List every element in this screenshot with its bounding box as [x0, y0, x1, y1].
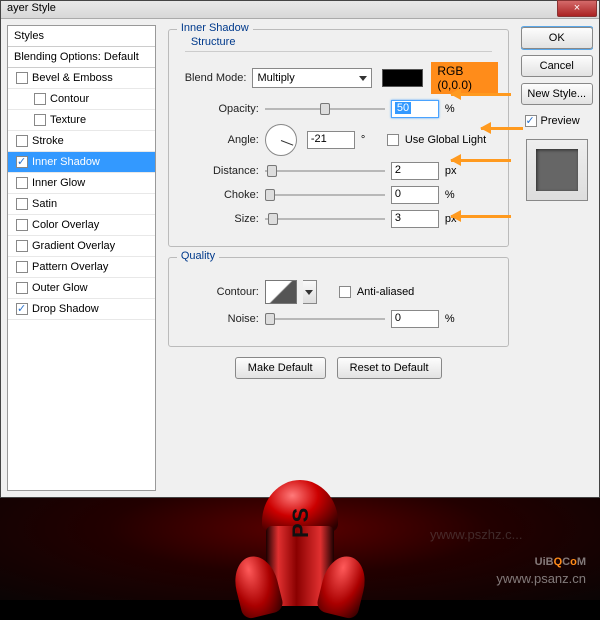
- make-default-button[interactable]: Make Default: [235, 357, 326, 379]
- size-slider[interactable]: [265, 212, 385, 226]
- close-button[interactable]: ×: [557, 0, 597, 17]
- effect-label: Drop Shadow: [32, 303, 99, 315]
- effect-label: Outer Glow: [32, 282, 88, 294]
- effect-label: Color Overlay: [32, 219, 99, 231]
- effect-checkbox[interactable]: [16, 135, 28, 147]
- preview-swatch: [526, 139, 588, 201]
- angle-dial[interactable]: [265, 124, 297, 156]
- effect-item-drop-shadow[interactable]: Drop Shadow: [8, 299, 155, 320]
- blend-mode-label: Blend Mode:: [179, 72, 247, 84]
- effect-item-color-overlay[interactable]: Color Overlay: [8, 215, 155, 236]
- color-swatch[interactable]: [382, 69, 423, 87]
- dialog-buttons: OK Cancel New Style... ✓ Preview: [521, 25, 593, 491]
- use-global-light-label: Use Global Light: [405, 134, 486, 146]
- effect-item-inner-glow[interactable]: Inner Glow: [8, 173, 155, 194]
- antialiased-label: Anti-aliased: [357, 286, 414, 298]
- annotation-arrow: [481, 123, 533, 133]
- effect-item-stroke[interactable]: Stroke: [8, 131, 155, 152]
- noise-slider[interactable]: [265, 312, 385, 326]
- effect-checkbox[interactable]: [16, 261, 28, 273]
- effect-item-satin[interactable]: Satin: [8, 194, 155, 215]
- cancel-button[interactable]: Cancel: [521, 55, 593, 77]
- noise-label: Noise:: [179, 313, 259, 325]
- distance-label: Distance:: [179, 165, 259, 177]
- effect-checkbox[interactable]: [16, 219, 28, 231]
- effect-checkbox[interactable]: [16, 72, 28, 84]
- chevron-down-icon: [305, 290, 313, 295]
- contour-picker[interactable]: [265, 280, 297, 304]
- use-global-light-checkbox[interactable]: [387, 134, 399, 146]
- opacity-label: Opacity:: [179, 103, 259, 115]
- effect-label: Contour: [50, 93, 89, 105]
- choke-label: Choke:: [179, 189, 259, 201]
- effects-list: Styles Blending Options: Default Bevel &…: [7, 25, 156, 491]
- watermark: ywww.pszhz.c...: [430, 527, 522, 542]
- size-label: Size:: [179, 213, 259, 225]
- effect-label: Pattern Overlay: [32, 261, 108, 273]
- watermark-url: ywww.psanz.cn: [496, 571, 586, 586]
- unit-px: px: [445, 165, 465, 177]
- annotation-arrow: [451, 211, 521, 221]
- size-input[interactable]: 3: [391, 210, 439, 228]
- effect-item-contour[interactable]: Contour: [8, 89, 155, 110]
- blending-options-header[interactable]: Blending Options: Default: [8, 47, 155, 68]
- quality-label: Quality: [177, 250, 219, 262]
- preview-label: Preview: [541, 115, 580, 127]
- choke-input[interactable]: 0: [391, 186, 439, 204]
- unit-percent: %: [445, 103, 465, 115]
- effect-item-bevel-emboss[interactable]: Bevel & Emboss: [8, 68, 155, 89]
- new-style-button[interactable]: New Style...: [521, 83, 593, 105]
- effect-checkbox[interactable]: [16, 177, 28, 189]
- rocket-graphic: PS: [232, 480, 368, 610]
- panel-heading: Inner Shadow: [177, 22, 253, 34]
- ok-button[interactable]: OK: [521, 27, 593, 49]
- effect-label: Satin: [32, 198, 57, 210]
- distance-slider[interactable]: [265, 164, 385, 178]
- angle-input[interactable]: -21: [307, 131, 355, 149]
- effect-item-texture[interactable]: Texture: [8, 110, 155, 131]
- opacity-slider[interactable]: [265, 102, 385, 116]
- distance-input[interactable]: 2: [391, 162, 439, 180]
- effect-checkbox[interactable]: [16, 303, 28, 315]
- effect-item-inner-shadow[interactable]: Inner Shadow: [8, 152, 155, 173]
- unit-percent: %: [445, 189, 465, 201]
- annotation-arrow: [451, 155, 521, 165]
- window-title: ayer Style: [7, 2, 56, 14]
- titlebar: ayer Style ×: [1, 1, 599, 19]
- effect-label: Inner Glow: [32, 177, 85, 189]
- effect-label: Inner Shadow: [32, 156, 100, 168]
- antialiased-checkbox[interactable]: [339, 286, 351, 298]
- chevron-down-icon: [359, 76, 367, 81]
- effect-label: Stroke: [32, 135, 64, 147]
- layer-style-dialog: ayer Style × Styles Blending Options: De…: [0, 0, 600, 498]
- unit-degree: °: [361, 134, 381, 146]
- contour-dropdown[interactable]: [303, 280, 317, 304]
- effect-checkbox[interactable]: [16, 282, 28, 294]
- styles-header[interactable]: Styles: [8, 26, 155, 47]
- choke-slider[interactable]: [265, 188, 385, 202]
- opacity-input[interactable]: 50: [391, 100, 439, 118]
- effect-checkbox[interactable]: [34, 114, 46, 126]
- effect-checkbox[interactable]: [16, 156, 28, 168]
- reset-default-button[interactable]: Reset to Default: [337, 357, 442, 379]
- blend-mode-select[interactable]: Multiply: [252, 68, 372, 88]
- effect-item-outer-glow[interactable]: Outer Glow: [8, 278, 155, 299]
- noise-input[interactable]: 0: [391, 310, 439, 328]
- effect-label: Bevel & Emboss: [32, 72, 113, 84]
- angle-label: Angle:: [179, 134, 259, 146]
- effect-checkbox[interactable]: [16, 198, 28, 210]
- effect-label: Gradient Overlay: [32, 240, 115, 252]
- effect-item-gradient-overlay[interactable]: Gradient Overlay: [8, 236, 155, 257]
- effect-label: Texture: [50, 114, 86, 126]
- unit-percent: %: [445, 313, 465, 325]
- annotation-arrow: [451, 89, 521, 99]
- effect-checkbox[interactable]: [16, 240, 28, 252]
- blend-mode-value: Multiply: [257, 72, 294, 84]
- watermark-brand: UiBQCoM: [535, 549, 586, 570]
- contour-label: Contour:: [179, 286, 259, 298]
- effect-item-pattern-overlay[interactable]: Pattern Overlay: [8, 257, 155, 278]
- effect-checkbox[interactable]: [34, 93, 46, 105]
- structure-label: Structure: [187, 36, 240, 48]
